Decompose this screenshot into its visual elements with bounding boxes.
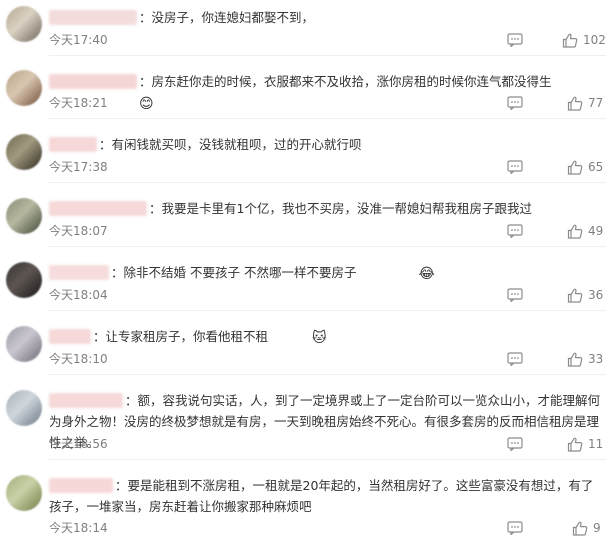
like-count: 77 <box>588 96 604 110</box>
thumbs-up-icon <box>567 352 583 367</box>
comment-item: ：没房子，你连媳妇都娶不到， 今天17:40 102 <box>0 6 612 57</box>
comment-body: ：我要是卡里有1个亿，我也不买房，没准一帮媳妇帮我租房子跟我过 <box>149 201 532 216</box>
avatar[interactable] <box>6 475 42 511</box>
divider <box>49 182 606 183</box>
comment-item: ：我要是卡里有1个亿，我也不买房，没准一帮媳妇帮我租房子跟我过今天18:07 49 <box>0 198 612 248</box>
thumbs-up-icon <box>572 521 588 536</box>
like-button[interactable]: 9 <box>572 520 601 536</box>
comment-icon[interactable] <box>507 224 523 238</box>
thumbs-up-icon <box>567 437 583 452</box>
timestamp: 今天18:07 <box>49 224 108 238</box>
comment-item: ：房东赶你走的时候，衣服都来不及收拾，涨你房租的时候你连气都没得生😊 今天18:2… <box>0 70 612 120</box>
thumbs-up-icon <box>567 96 583 111</box>
like-count: 65 <box>588 160 604 174</box>
like-count: 36 <box>588 288 604 302</box>
comment-body: ：有闲钱就买呗，没钱就租呗，过的开心就行呗 <box>99 137 362 152</box>
comment-icon[interactable] <box>507 160 523 174</box>
timestamp: 今天18:04 <box>49 288 108 302</box>
comment-body: ：没房子，你连媳妇都娶不到， <box>139 10 315 25</box>
like-count: 49 <box>588 224 604 238</box>
comment-text: ：让专家租房子，你看他租不租 🐱 <box>49 326 602 347</box>
thumbs-up-icon <box>567 160 583 175</box>
timestamp: 今天18:14 <box>49 521 108 535</box>
like-count: 11 <box>588 437 604 451</box>
emoji-icon: 🐱 <box>312 330 327 346</box>
divider <box>49 459 606 460</box>
comment-body: ：要是能租到不涨房租，一租就是20年起的，当然租房好了。这些富豪没有想过，有了孩… <box>49 478 594 514</box>
comment-icon[interactable] <box>507 521 523 535</box>
like-button[interactable]: 102 <box>562 32 606 48</box>
divider <box>49 118 606 119</box>
like-button[interactable]: 11 <box>567 436 603 452</box>
avatar[interactable] <box>6 262 42 298</box>
like-button[interactable]: 49 <box>567 223 603 239</box>
comment-body: ：除非不结婚 不要孩子 不然哪一样不要房子 <box>111 265 357 280</box>
comment-body: ：房东赶你走的时候，衣服都来不及收拾，涨你房租的时候你连气都没得生 <box>139 74 552 89</box>
comment-icon[interactable] <box>507 437 523 451</box>
like-count: 33 <box>588 352 604 366</box>
divider <box>49 310 606 311</box>
comment-text: ：除非不结婚 不要孩子 不然哪一样不要房子 😂 <box>49 262 602 283</box>
comment-item: ：有闲钱就买呗，没钱就租呗，过的开心就行呗今天17:38 65 <box>0 134 612 184</box>
avatar[interactable] <box>6 70 42 106</box>
divider <box>49 374 606 375</box>
timestamp: 今天17:40 <box>49 33 108 47</box>
comment-item: ：要是能租到不涨房租，一租就是20年起的，当然租房好了。这些富豪没有想过，有了孩… <box>0 475 612 545</box>
like-button[interactable]: 65 <box>567 159 603 175</box>
comment-item: ：除非不结婚 不要孩子 不然哪一样不要房子 😂 今天18:04 36 <box>0 262 612 312</box>
divider <box>49 246 606 247</box>
comment-body: ：让专家租房子，你看他租不租 <box>93 329 269 344</box>
avatar[interactable] <box>6 134 42 170</box>
thumbs-up-icon <box>562 33 578 48</box>
comment-item: ：额，容我说句实话，人，到了一定境界或上了一定台阶可以一览众山小，才能理解何为身… <box>0 390 612 461</box>
avatar[interactable] <box>6 6 42 42</box>
timestamp: 今天18:21 <box>49 96 108 110</box>
comment-text: ：我要是卡里有1个亿，我也不买房，没准一帮媳妇帮我租房子跟我过 <box>49 198 602 219</box>
avatar[interactable] <box>6 198 42 234</box>
divider <box>49 55 606 56</box>
comment-icon[interactable] <box>507 288 523 302</box>
comment-icon[interactable] <box>507 33 523 47</box>
thumbs-up-icon <box>567 224 583 239</box>
avatar[interactable] <box>6 390 42 426</box>
comment-text: ：没房子，你连媳妇都娶不到， <box>49 7 602 28</box>
comment-icon[interactable] <box>507 352 523 366</box>
comment-text: ：有闲钱就买呗，没钱就租呗，过的开心就行呗 <box>49 134 602 155</box>
timestamp: 今天18:56 <box>49 437 108 451</box>
like-button[interactable]: 77 <box>567 95 603 111</box>
timestamp: 今天18:10 <box>49 352 108 366</box>
comment-text: ：要是能租到不涨房租，一租就是20年起的，当然租房好了。这些富豪没有想过，有了孩… <box>49 475 602 517</box>
timestamp: 今天17:38 <box>49 160 108 174</box>
like-count: 9 <box>593 521 601 535</box>
comment-icon[interactable] <box>507 96 523 110</box>
emoji-icon: 😂 <box>418 266 435 282</box>
like-button[interactable]: 33 <box>567 351 603 367</box>
like-button[interactable]: 36 <box>567 287 603 303</box>
thumbs-up-icon <box>567 288 583 303</box>
like-count: 102 <box>583 33 606 47</box>
avatar[interactable] <box>6 326 42 362</box>
comment-item: ：让专家租房子，你看他租不租 🐱 今天18:10 33 <box>0 326 612 376</box>
